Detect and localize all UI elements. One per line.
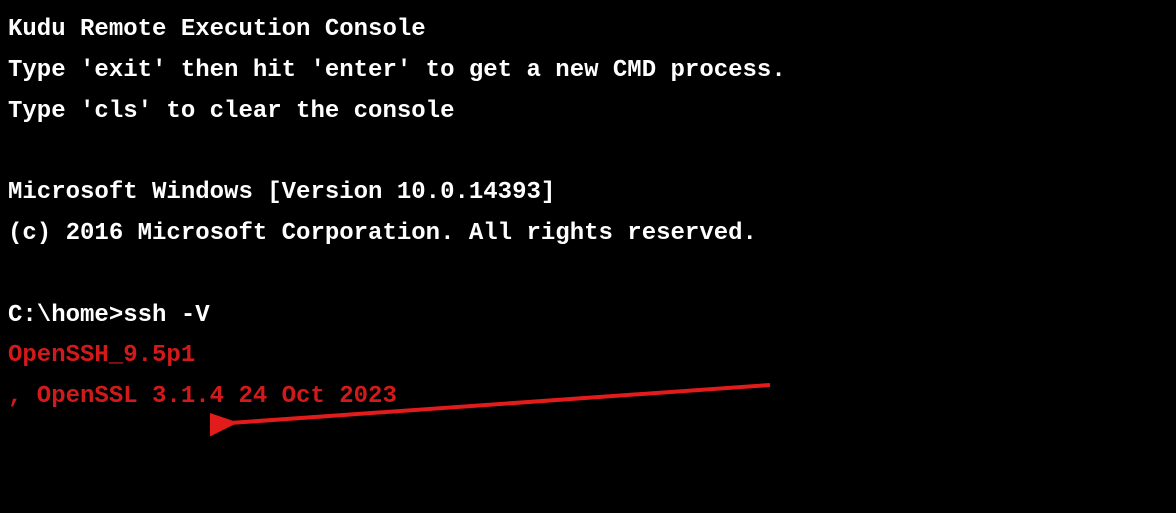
- output-openssh: OpenSSH_9.5p1: [8, 336, 1168, 377]
- console-title: Kudu Remote Execution Console: [8, 10, 1168, 51]
- console-hint-exit: Type 'exit' then hit 'enter' to get a ne…: [8, 51, 1168, 92]
- prompt-line[interactable]: C:\home>ssh -V: [8, 296, 1168, 337]
- console-hint-cls: Type 'cls' to clear the console: [8, 92, 1168, 133]
- prompt-command: ssh -V: [123, 302, 209, 329]
- os-copyright: (c) 2016 Microsoft Corporation. All righ…: [8, 214, 1168, 255]
- os-version: Microsoft Windows [Version 10.0.14393]: [8, 173, 1168, 214]
- blank-line: [8, 132, 1168, 173]
- blank-line: [8, 255, 1168, 296]
- prompt-path: C:\home>: [8, 302, 123, 329]
- output-openssl: , OpenSSL 3.1.4 24 Oct 2023: [8, 377, 1168, 418]
